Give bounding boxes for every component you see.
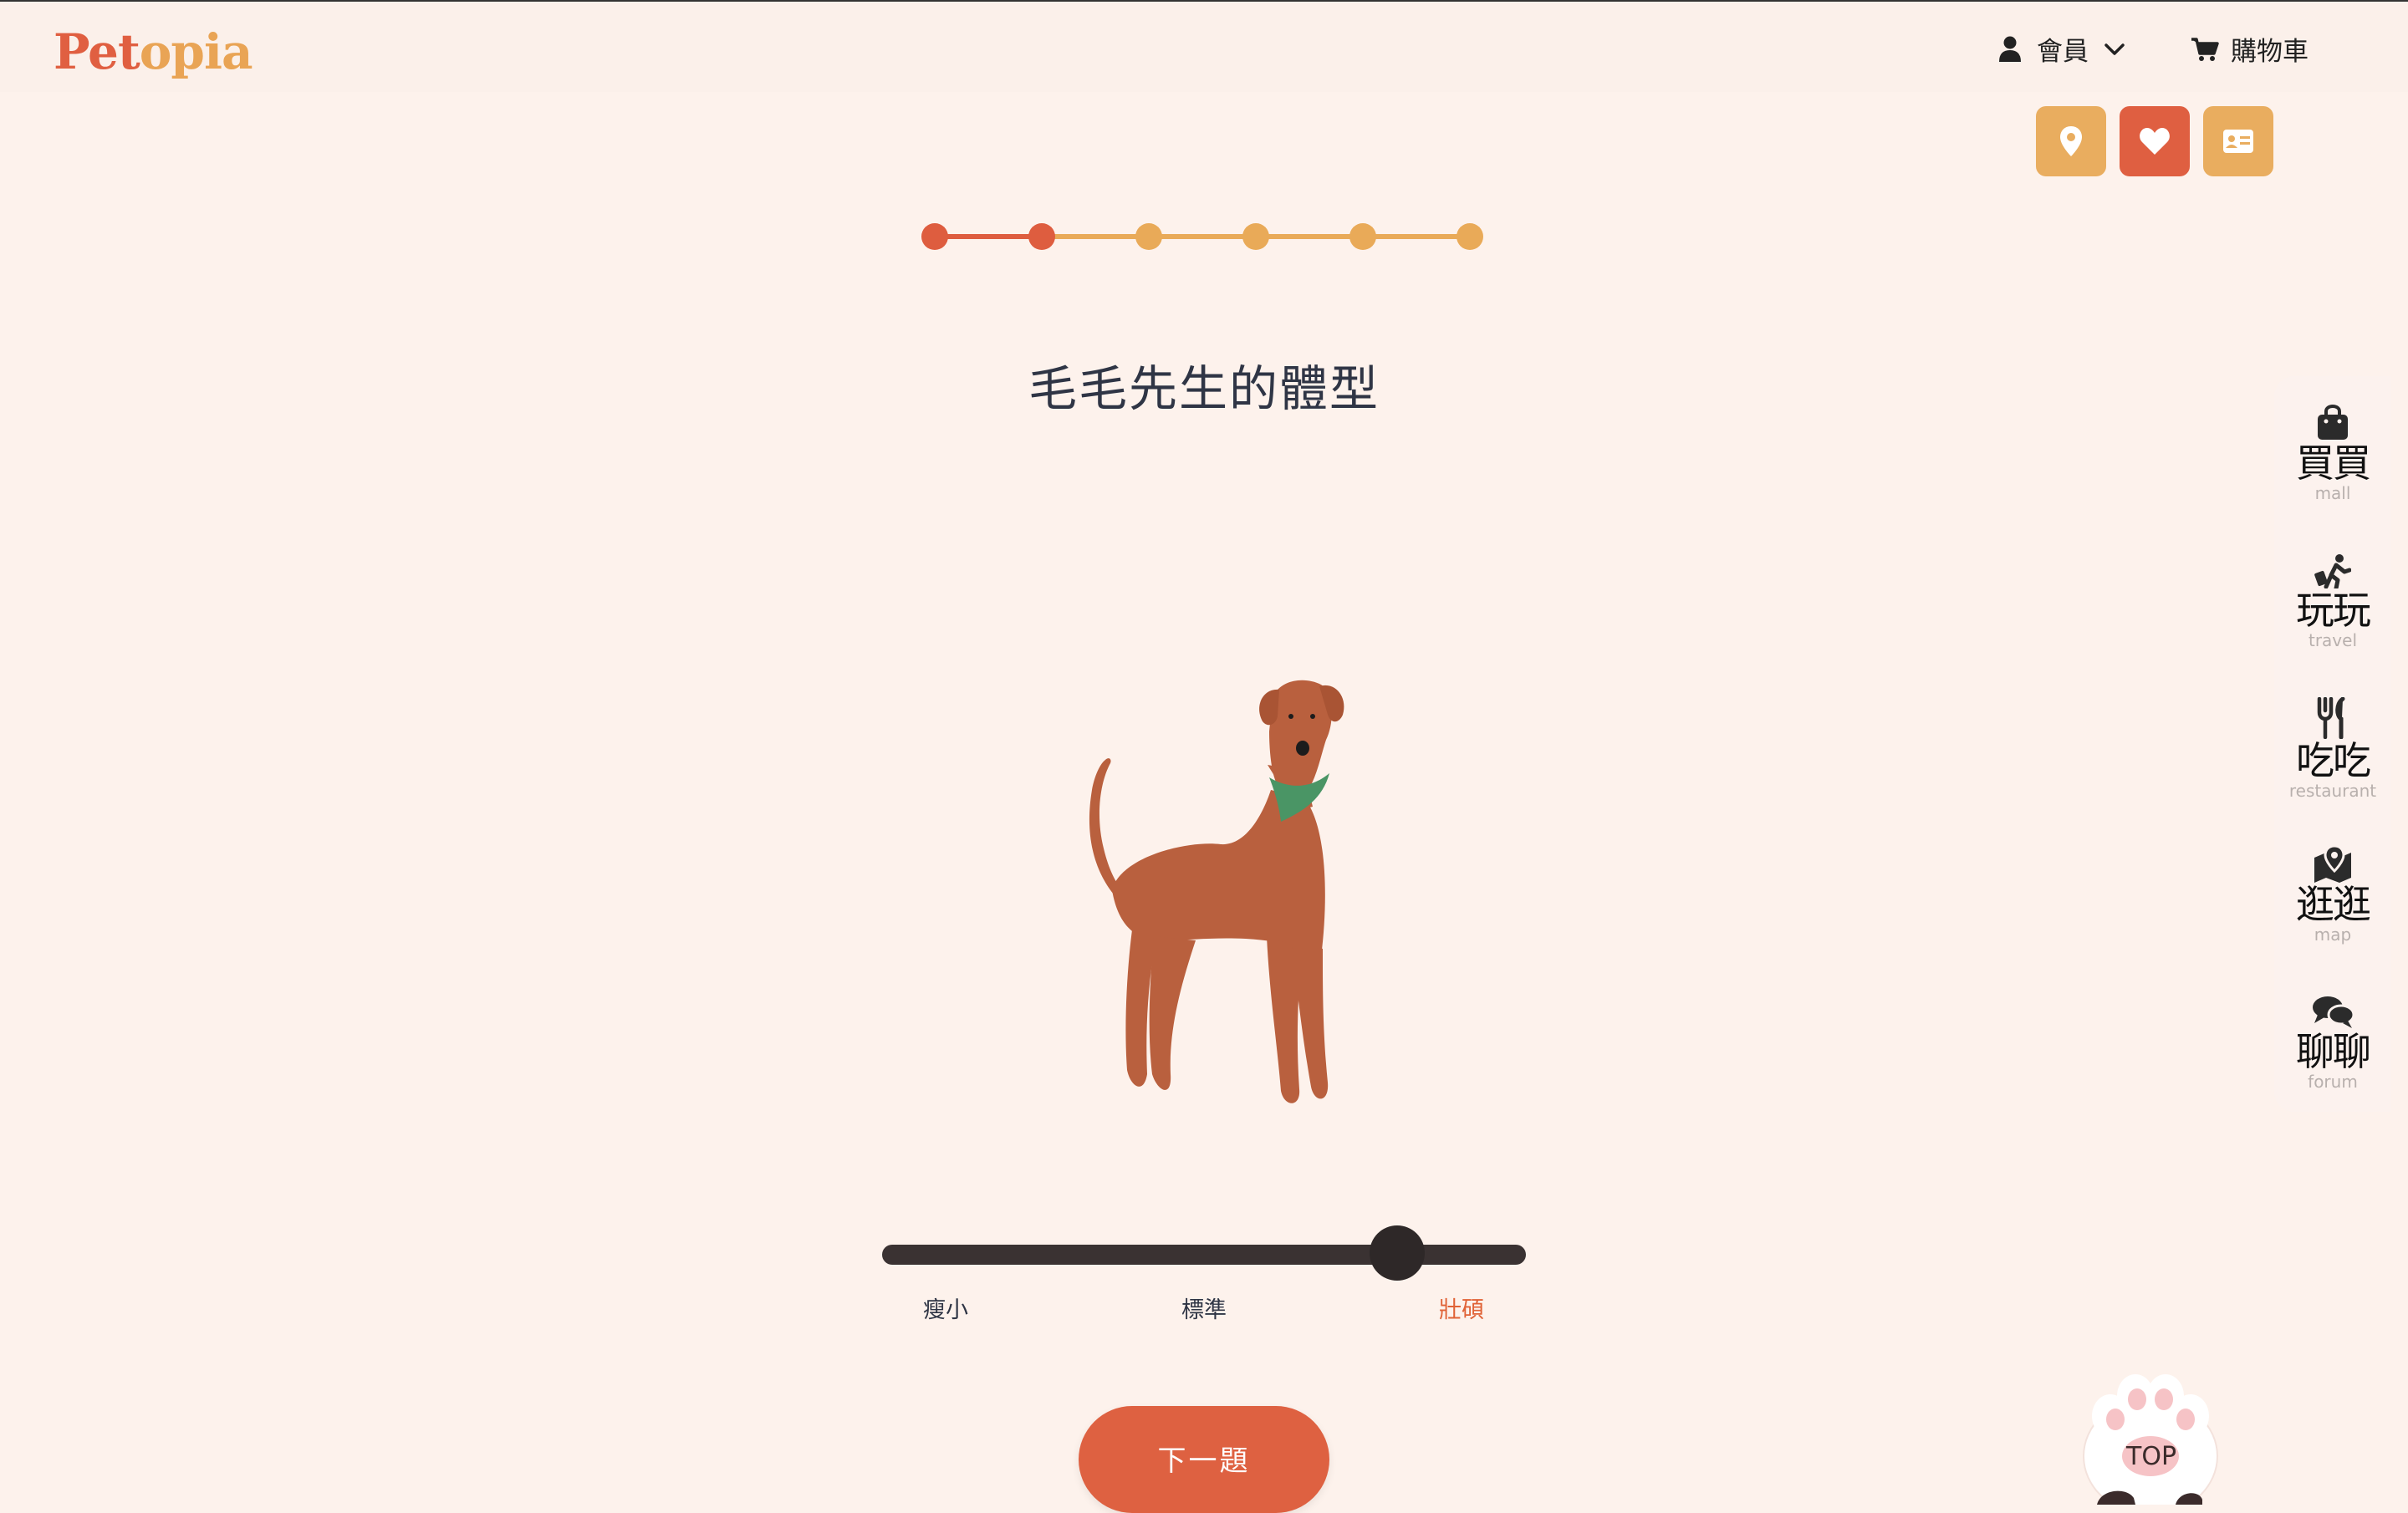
map-pin-icon xyxy=(2060,126,2082,156)
side-nav-forum-label: 聊聊 xyxy=(2296,1029,2371,1074)
slider-track[interactable] xyxy=(882,1245,1526,1265)
user-icon xyxy=(1999,36,2021,62)
progress-step xyxy=(1242,223,1269,250)
side-nav-forum-sublabel: forum xyxy=(2308,1072,2358,1092)
side-nav-map-label: 逛逛 xyxy=(2296,882,2371,927)
cart-label: 購物車 xyxy=(2231,37,2309,67)
chevron-down-icon xyxy=(2104,43,2125,55)
site-header: Petopia 會員 購物車 xyxy=(0,2,2408,92)
side-nav-mall[interactable]: 買買 mall xyxy=(2274,403,2391,502)
favorites-button[interactable] xyxy=(2120,106,2190,176)
traveler-icon xyxy=(2314,554,2351,588)
side-nav-mall-sublabel: mall xyxy=(2314,483,2351,503)
member-menu[interactable]: 會員 xyxy=(1998,30,2125,68)
slider-label-strong[interactable]: 壯碩 xyxy=(1439,1291,1484,1324)
logo-text-pet: Pet xyxy=(54,23,140,80)
side-nav-map[interactable]: 逛逛 map xyxy=(2274,846,2391,943)
slider-label-thin[interactable]: 瘦小 xyxy=(923,1291,968,1324)
side-nav-restaurant[interactable]: 吃吃 restaurant xyxy=(2274,697,2391,799)
next-question-button[interactable]: 下一題 xyxy=(1079,1406,1329,1513)
logo-text-opia: opia xyxy=(139,23,253,80)
member-label: 會員 xyxy=(2037,37,2089,67)
heart-icon xyxy=(2140,128,2170,155)
body-size-slider[interactable] xyxy=(882,1220,1526,1281)
side-nav-restaurant-label: 吃吃 xyxy=(2296,738,2371,783)
side-nav-forum[interactable]: 聊聊 forum xyxy=(2274,995,2391,1090)
dog-illustration xyxy=(1089,680,1344,1103)
side-nav-travel-sublabel: travel xyxy=(2308,630,2358,650)
progress-step xyxy=(921,223,948,250)
back-to-top-paw[interactable] xyxy=(2075,1364,2226,1505)
petopia-logo[interactable]: Petopia xyxy=(54,23,253,80)
side-nav-mall-label: 買買 xyxy=(2296,441,2371,486)
shopping-cart-icon xyxy=(2191,37,2219,61)
shopping-bag-icon xyxy=(2318,405,2348,440)
id-card-icon xyxy=(2223,130,2253,153)
location-button[interactable] xyxy=(2036,106,2106,176)
slider-labels: 瘦小 標準 壯碩 xyxy=(882,1291,1526,1325)
utensils-icon xyxy=(2317,697,2345,739)
progress-step xyxy=(1028,223,1055,250)
side-nav: 買買 mall 玩玩 travel 吃吃 restaurant 逛逛 map 聊… xyxy=(2274,376,2391,1112)
cart-link[interactable]: 購物車 xyxy=(2191,30,2309,68)
back-to-top-label[interactable]: TOP xyxy=(2126,1442,2176,1471)
slider-label-standard[interactable]: 標準 xyxy=(1181,1291,1227,1324)
side-nav-restaurant-sublabel: restaurant xyxy=(2288,781,2377,801)
progress-step xyxy=(1349,223,1376,250)
side-nav-map-sublabel: map xyxy=(2314,925,2352,945)
question-title: 毛毛先生的體型 xyxy=(1028,360,1380,417)
progress-step xyxy=(1457,223,1483,250)
slider-thumb[interactable] xyxy=(1370,1225,1425,1281)
profile-card-button[interactable] xyxy=(2203,106,2273,176)
map-marker-icon xyxy=(2314,846,2351,883)
side-nav-travel[interactable]: 玩玩 travel xyxy=(2274,553,2391,649)
progress-step xyxy=(1135,223,1162,250)
chat-bubbles-icon xyxy=(2313,996,2354,1028)
side-nav-travel-label: 玩玩 xyxy=(2296,588,2371,633)
question-progress xyxy=(921,223,1483,250)
